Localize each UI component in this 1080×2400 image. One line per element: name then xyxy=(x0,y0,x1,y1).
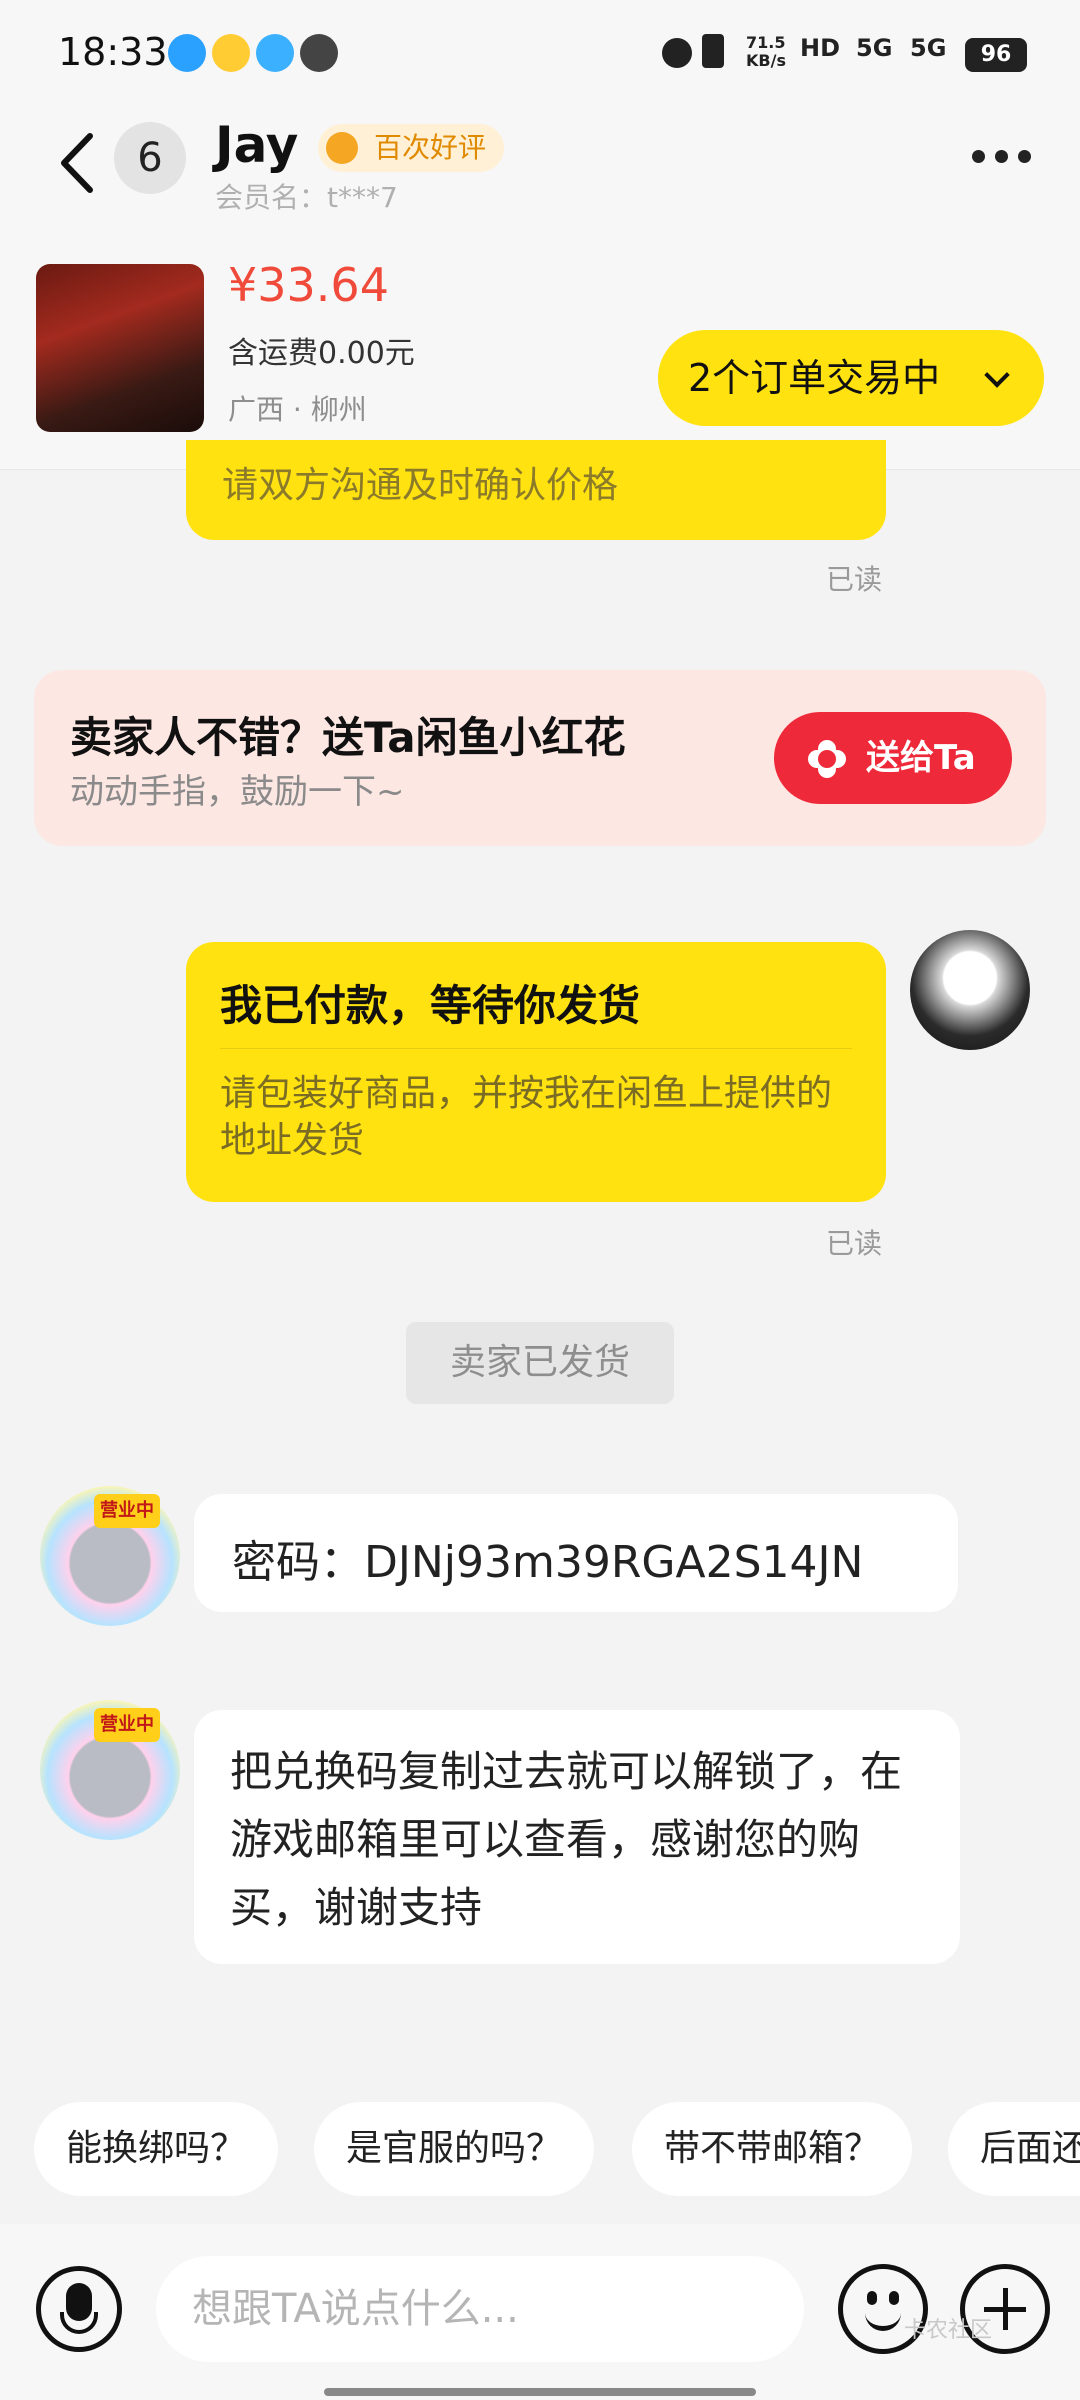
quick-reply-chip[interactable]: 能换绑吗？ xyxy=(34,2102,279,2196)
redeem-message-text: 把兑换码复制过去就可以解锁了，在游戏邮箱里可以查看，感谢您的购买，谢谢支持 xyxy=(230,1747,903,1932)
product-price: ¥33.64 xyxy=(228,258,389,312)
shipping-fee: 含运费0.00元 xyxy=(228,336,415,371)
net-speed: 71.5 KB/s xyxy=(746,33,786,70)
back-arrow-icon[interactable] xyxy=(50,128,110,198)
battery-indicator: 96 xyxy=(965,38,1027,72)
more-options-icon[interactable] xyxy=(972,150,1032,164)
quick-reply-chip[interactable]: 带不带邮箱？ xyxy=(632,2102,913,2196)
system-notice: 卖家已发货 xyxy=(406,1322,674,1404)
signal-5g-1: 5G xyxy=(856,34,893,62)
thumbs-up-icon xyxy=(326,132,358,164)
unread-count-badge: 6 xyxy=(114,122,186,194)
status-time: 18:33 xyxy=(58,30,168,74)
product-thumbnail[interactable] xyxy=(36,264,204,432)
seller-status-tag: 营业中 xyxy=(94,1708,160,1742)
payment-card-title: 我已付款，等待你发货 xyxy=(220,981,641,1030)
orders-in-progress-button[interactable]: 2个订单交易中 xyxy=(658,330,1044,426)
quick-reply-chip[interactable]: 后面还 xyxy=(948,2102,1080,2196)
hd-icon: HD xyxy=(800,34,841,62)
member-name: 会员名：t***7 xyxy=(215,181,398,214)
emoji-eye xyxy=(889,2291,899,2305)
contact-name[interactable]: Jay xyxy=(215,116,298,174)
promo-subtitle: 动动手指，鼓励一下~ xyxy=(70,772,405,812)
seller-status-tag: 营业中 xyxy=(94,1494,160,1528)
orders-button-label: 2个订单交易中 xyxy=(688,356,941,400)
read-receipt: 已读 xyxy=(826,1227,883,1260)
divider xyxy=(220,1048,852,1049)
browser-icon xyxy=(256,34,294,72)
vibrate-icon xyxy=(702,34,724,68)
message-icon xyxy=(300,34,338,72)
password-message-text: 密码：DJNj93m39RGA2S14JN xyxy=(232,1537,864,1588)
partial-message-bubble: 请双方沟通及时确认价格 xyxy=(186,440,886,540)
emoji-eye xyxy=(867,2291,877,2305)
promo-title: 卖家人不错？送Ta闲鱼小红花 xyxy=(70,713,626,762)
chevron-down-icon xyxy=(984,362,1010,388)
flower-icon xyxy=(808,740,846,778)
home-indicator[interactable] xyxy=(324,2388,756,2396)
watermark: 卡农社区 xyxy=(904,2318,993,2343)
quick-reply-chip[interactable]: 是官服的吗？ xyxy=(314,2102,595,2196)
partial-message-text: 请双方沟通及时确认价格 xyxy=(222,465,619,506)
payment-card-body: 请包装好商品，并按我在闲鱼上提供的地址发货 xyxy=(220,1073,833,1161)
app-notification-icon xyxy=(212,34,250,72)
message-input[interactable]: 想跟TA说点什么... xyxy=(156,2256,804,2362)
read-receipt: 已读 xyxy=(826,563,883,596)
qq-icon xyxy=(168,34,206,72)
signal-5g-2: 5G xyxy=(910,34,947,62)
product-location: 广西 · 柳州 xyxy=(228,393,367,426)
emoji-mouth xyxy=(865,2313,901,2331)
alarm-icon xyxy=(662,38,692,68)
my-avatar[interactable] xyxy=(910,930,1030,1050)
